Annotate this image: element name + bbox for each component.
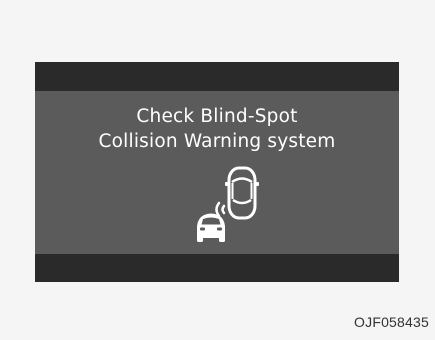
warning-message-line-2: Collision Warning system <box>98 131 336 152</box>
blind-spot-collision-warning-icon <box>197 166 259 242</box>
warning-message-line-1: Check Blind-Spot <box>136 106 298 127</box>
display-bottom-bar <box>35 254 399 282</box>
approaching-car-icon <box>197 213 225 242</box>
figure-caption: OJF058435 <box>354 314 429 330</box>
host-car-icon <box>227 166 257 220</box>
warning-waves-icon <box>215 201 226 218</box>
display-top-bar <box>35 62 399 91</box>
cluster-display: Check Blind-Spot Collision Warning syste… <box>35 62 399 282</box>
